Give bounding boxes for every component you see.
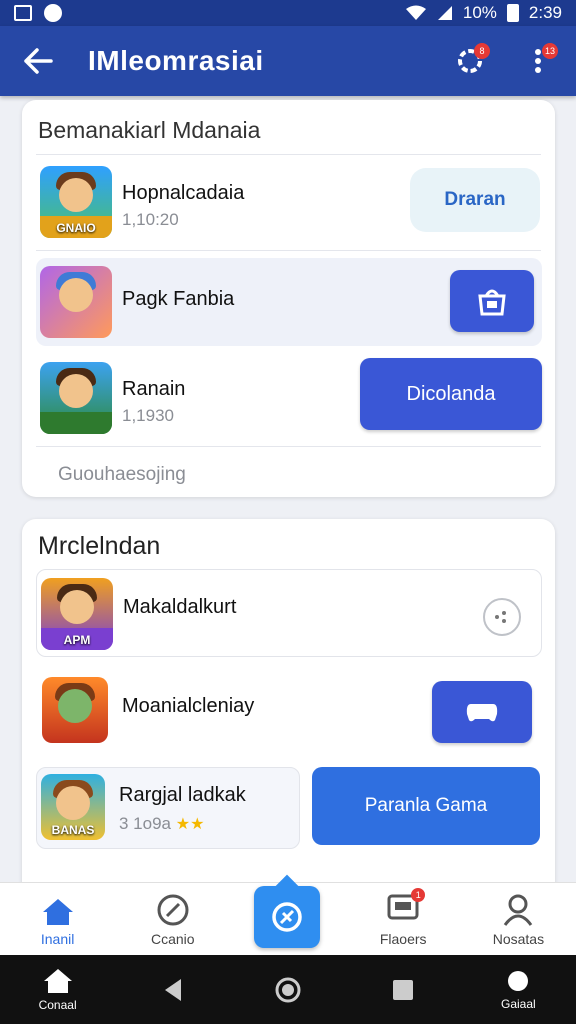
game-thumbnail: [42, 677, 108, 743]
notification-badge: 1: [411, 888, 426, 902]
item-name: Ranain: [122, 378, 186, 400]
nav-home[interactable]: Inanil: [0, 883, 115, 955]
notification-badge: 8: [474, 43, 490, 59]
system-home-button[interactable]: Conaal: [18, 968, 98, 1012]
status-bar: 10% 2:39: [0, 0, 576, 26]
signal-icon: [437, 6, 452, 20]
item-name: Pagk Fanbia: [122, 288, 235, 310]
user-icon: [504, 894, 533, 926]
system-overview-button[interactable]: [363, 978, 443, 1002]
home-icon: [43, 968, 72, 993]
back-triangle-icon: [164, 978, 181, 1001]
gallery-icon: [14, 5, 32, 21]
star-rating: ★★: [175, 816, 205, 833]
download-button[interactable]: Draran: [410, 168, 540, 232]
nav-center-button[interactable]: [254, 886, 320, 948]
compass-icon: [272, 902, 302, 932]
compass-icon: [157, 894, 189, 926]
divider: [36, 154, 541, 155]
dots-icon: [495, 611, 506, 623]
store-button[interactable]: [450, 270, 534, 332]
nav-messages[interactable]: 1 Flaoers: [346, 883, 461, 955]
system-back-button[interactable]: [133, 977, 213, 1003]
content-area[interactable]: Bemanakiarl Mdanaia GNAIO Hopnalcadaia 1…: [0, 96, 576, 882]
notification-badge: 13: [541, 43, 558, 59]
square-icon: [393, 979, 414, 1000]
list-item[interactable]: Pagk Fanbia: [36, 258, 542, 346]
shopping-bag-icon: [478, 289, 506, 316]
item-name: Moanialcleniay: [122, 695, 255, 717]
settings-button[interactable]: 8: [450, 41, 490, 81]
nav-games[interactable]: Ccanio: [115, 883, 230, 955]
back-button[interactable]: [18, 41, 58, 81]
game-button[interactable]: [432, 681, 532, 743]
item-meta: 1,10:20: [122, 210, 179, 229]
app-bar: IMleomrasiai 8 13: [0, 26, 576, 96]
circle-home-icon: [275, 977, 301, 1002]
item-name: Rargjal ladkak: [119, 784, 246, 806]
more-menu-button[interactable]: 13: [518, 41, 558, 81]
item-meta: 3 1o9a ★★: [119, 814, 205, 833]
play-game-button[interactable]: Paranla Gama: [312, 767, 540, 845]
list-item[interactable]: APM Makaldalkurt: [36, 569, 542, 657]
item-meta: 1,1930: [122, 406, 174, 425]
game-thumbnail: BANAS: [41, 774, 105, 840]
home-icon: [42, 899, 73, 925]
page-title: IMleomrasiai: [88, 45, 264, 76]
options-button[interactable]: [483, 598, 521, 636]
arrow-left-icon: [24, 48, 53, 74]
list-item[interactable]: GNAIO Hopnalcadaia 1,10:20 Draran: [36, 160, 542, 248]
game-thumbnail: [40, 362, 112, 434]
section-title: Bemanakiarl Mdanaia: [38, 117, 261, 143]
system-recents-circle-button[interactable]: [248, 976, 328, 1004]
list-item[interactable]: Ranain 1,1930 Dicolanda: [36, 356, 542, 444]
system-profile-button[interactable]: Gaiaal: [478, 969, 558, 1011]
download-button[interactable]: Dicolanda: [360, 358, 542, 430]
gamepad-icon: [466, 704, 498, 722]
game-thumbnail: [40, 266, 112, 338]
section-card: Mrclelndan APM Makaldalkurt Moanialcleni…: [22, 519, 555, 882]
clock: 2:39: [528, 3, 562, 22]
divider: [36, 446, 541, 447]
battery-percent: 10%: [462, 3, 497, 22]
section-card: Bemanakiarl Mdanaia GNAIO Hopnalcadaia 1…: [22, 100, 555, 497]
nav-profile[interactable]: Nosatas: [461, 883, 576, 955]
app-notification-icon: [44, 4, 62, 22]
list-item[interactable]: Moanialcleniay: [36, 667, 542, 755]
divider: [36, 250, 541, 251]
see-more-link[interactable]: Guouhaesojing: [58, 464, 186, 486]
section-title: Mrclelndan: [38, 532, 161, 560]
game-thumbnail: APM: [41, 578, 113, 650]
list-item[interactable]: BANAS Rargjal ladkak 3 1o9a ★★: [36, 767, 300, 849]
item-name: Hopnalcadaia: [122, 182, 245, 204]
more-vertical-icon: [535, 49, 541, 73]
system-nav-bar: Conaal Gaiaal: [0, 955, 576, 1024]
wifi-icon: [405, 5, 426, 20]
dot-icon: [508, 970, 529, 991]
battery-icon: [506, 4, 519, 22]
game-thumbnail: GNAIO: [40, 166, 112, 238]
item-name: Makaldalkurt: [123, 596, 237, 618]
